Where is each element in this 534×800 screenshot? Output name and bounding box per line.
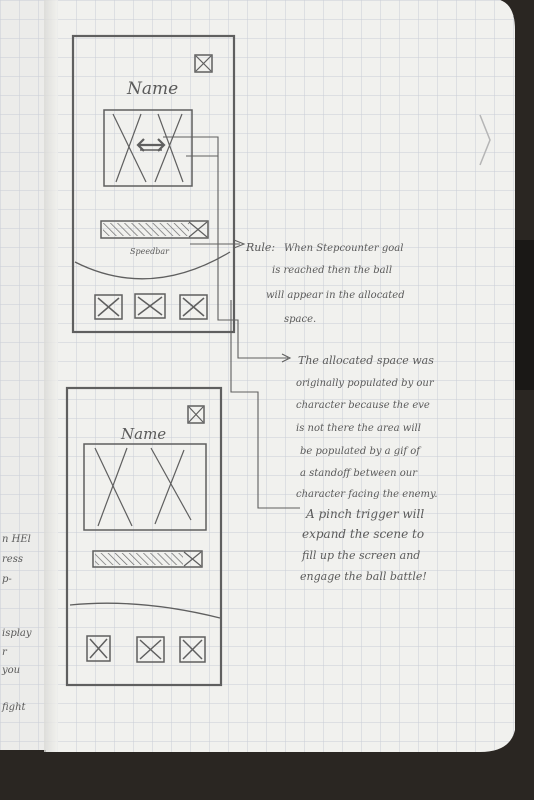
svg-text:n HEl: n HEl [2,534,31,545]
svg-text:a standoff between our: a standoff between our [300,468,418,479]
svg-text:p-: p- [2,574,12,585]
svg-text:space.: space. [284,314,316,325]
svg-text:engage the ball battle!: engage the ball battle! [300,570,427,583]
svg-text:Rule:: Rule: [245,241,275,254]
svg-text:When Stepcounter goal: When Stepcounter goal [284,243,403,254]
svg-text:The allocated space was: The allocated space was [298,354,434,367]
top-sketch-title: Name [126,79,178,99]
notebook-photo: n HEl ress p- isplay r you fight Name Sp… [0,0,534,800]
svg-text:is not there the area will: is not there the area will [296,423,421,434]
svg-text:will appear in the allocated: will appear in the allocated [266,290,405,301]
svg-text:originally populated by our: originally populated by our [296,378,435,389]
svg-text:character because the eve: character because the eve [296,400,430,411]
svg-text:fill up the screen and: fill up the screen and [301,549,420,562]
svg-text:be populated by a gif of: be populated by a gif of [300,446,422,457]
svg-text:expand the scene to: expand the scene to [302,527,424,541]
svg-text:A pinch trigger will: A pinch trigger will [305,507,424,521]
svg-text:ress: ress [2,554,23,565]
svg-text:is reached then the ball: is reached then the ball [272,265,392,276]
svg-text:isplay: isplay [2,628,32,639]
svg-text:character facing the enemy.: character facing the enemy. [296,489,438,500]
svg-text:fight: fight [1,702,27,713]
svg-text:you: you [1,665,20,676]
speed-bar-label: Speedbar [130,247,170,256]
bottom-sketch-title: Name [120,425,166,443]
